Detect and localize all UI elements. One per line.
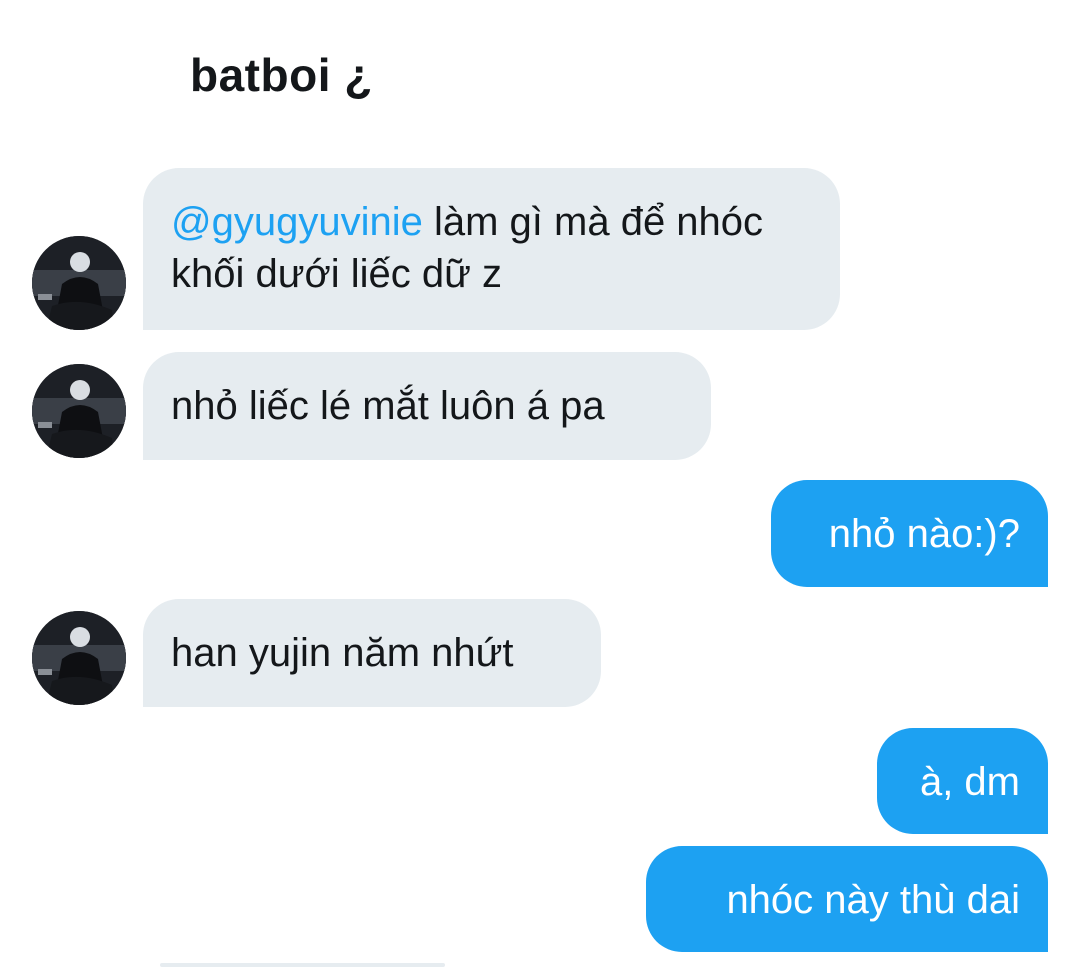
message-bubble-incoming[interactable]: han yujin năm nhứt [143, 599, 601, 707]
message-bubble-incoming[interactable]: nhỏ liếc lé mắt luôn á pa [143, 352, 711, 460]
avatar[interactable] [32, 364, 126, 458]
mention-link[interactable]: @gyugyuvinie [171, 200, 423, 244]
user-photo-icon [32, 236, 126, 330]
conversation-title[interactable]: batboi ¿ [190, 48, 373, 102]
message-text: nhóc này thù dai [726, 878, 1020, 922]
message-bubble-outgoing[interactable]: à, dm [877, 728, 1048, 834]
message-text: han yujin năm nhứt [171, 631, 514, 675]
avatar[interactable] [32, 611, 126, 705]
user-photo-icon [32, 611, 126, 705]
message-bubble-outgoing[interactable]: nhỏ nào:)? [771, 480, 1048, 587]
message-bubble-outgoing[interactable]: nhóc này thù dai [646, 846, 1048, 952]
message-text: à, dm [919, 760, 1020, 804]
message-bubble-incoming[interactable]: @gyugyuvinie làm gì mà để nhóc khối dưới… [143, 168, 840, 330]
user-photo-icon [32, 364, 126, 458]
avatar[interactable] [32, 236, 126, 330]
message-text: nhỏ liếc lé mắt luôn á pa [171, 384, 605, 428]
message-text: nhỏ nào:)? [828, 512, 1020, 556]
divider [160, 963, 445, 967]
